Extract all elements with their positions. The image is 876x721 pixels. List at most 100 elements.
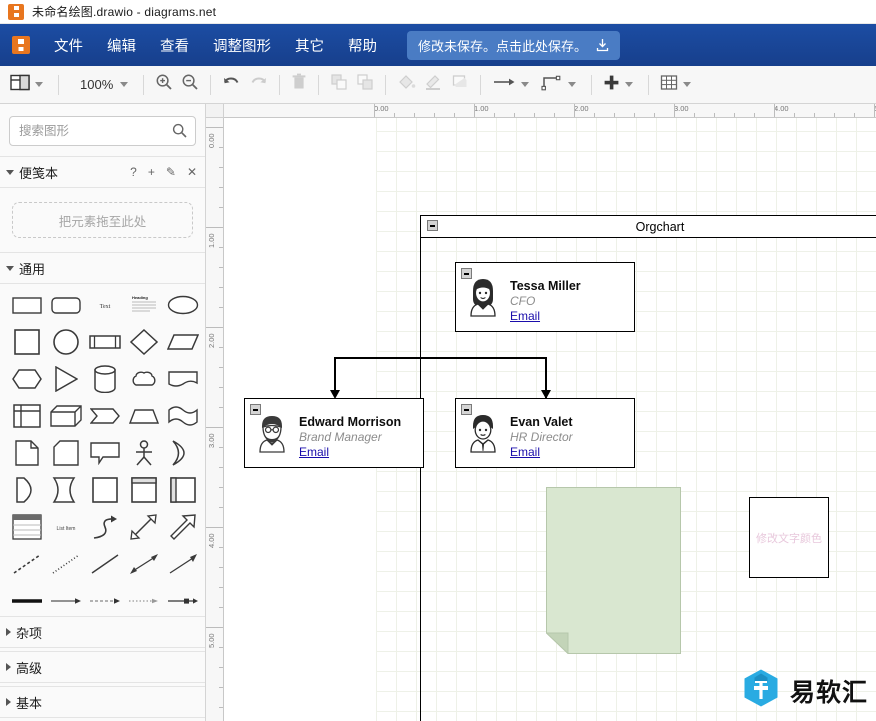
close-icon[interactable]: ✕ bbox=[187, 166, 197, 178]
shape-internal-storage[interactable] bbox=[8, 401, 45, 431]
search-input[interactable] bbox=[10, 117, 195, 145]
shape-list-item[interactable]: List Item bbox=[47, 512, 84, 542]
shape-dashed-arrow[interactable] bbox=[86, 586, 123, 616]
shape-and[interactable] bbox=[8, 475, 45, 505]
shape-process[interactable] bbox=[86, 327, 123, 357]
zoom-select-button[interactable]: 100% bbox=[66, 72, 136, 98]
shape-textbox[interactable]: Heading bbox=[125, 290, 162, 320]
to-front-button[interactable] bbox=[326, 72, 352, 98]
drawing-canvas[interactable]: Orgchart Tessa Miller CFO Email Edward M… bbox=[224, 118, 876, 721]
collapse-minus-icon[interactable] bbox=[427, 220, 438, 231]
person-role: Brand Manager bbox=[299, 430, 382, 444]
menu-file[interactable]: 文件 bbox=[42, 29, 95, 62]
search-box[interactable] bbox=[9, 116, 196, 146]
fill-color-button[interactable] bbox=[393, 72, 420, 98]
shape-circle[interactable] bbox=[47, 327, 84, 357]
person-email-link[interactable]: Email bbox=[510, 445, 573, 460]
ruler-v-label: 4.00 bbox=[207, 533, 216, 548]
menu-extras[interactable]: 其它 bbox=[283, 29, 336, 62]
shape-link-node[interactable] bbox=[164, 586, 201, 616]
menu-arrange[interactable]: 调整图形 bbox=[201, 29, 283, 62]
zoom-out-button[interactable] bbox=[177, 72, 203, 98]
toolbar-divider bbox=[648, 74, 650, 95]
shape-horizontal-container[interactable] bbox=[164, 475, 201, 505]
shape-cylinder[interactable] bbox=[86, 364, 123, 394]
shape-dashed-line[interactable] bbox=[8, 549, 45, 579]
to-back-button[interactable] bbox=[352, 72, 378, 98]
shape-line[interactable] bbox=[86, 549, 123, 579]
connector-horizontal-branch[interactable] bbox=[334, 357, 546, 359]
menu-view[interactable]: 查看 bbox=[148, 29, 201, 62]
person-box-tessa[interactable]: Tessa Miller CFO Email bbox=[455, 262, 635, 332]
shape-tape[interactable] bbox=[164, 401, 201, 431]
svg-text:Text: Text bbox=[99, 304, 110, 310]
shape-note[interactable] bbox=[8, 438, 45, 468]
shape-actor[interactable] bbox=[125, 438, 162, 468]
menu-help[interactable]: 帮助 bbox=[336, 29, 389, 62]
plus-icon[interactable]: + bbox=[148, 166, 155, 178]
shape-document[interactable] bbox=[164, 364, 201, 394]
person-box-evan[interactable]: Evan Valet HR Director Email bbox=[455, 398, 635, 468]
shape-cloud[interactable] bbox=[125, 364, 162, 394]
person-email-link[interactable]: Email bbox=[510, 309, 581, 324]
shape-rounded-rectangle[interactable] bbox=[47, 290, 84, 320]
insert-button[interactable] bbox=[599, 72, 641, 98]
advanced-label: 高级 bbox=[16, 660, 43, 676]
shape-callout[interactable] bbox=[86, 438, 123, 468]
shape-rectangle[interactable] bbox=[8, 290, 45, 320]
shape-data-storage[interactable] bbox=[47, 475, 84, 505]
zoom-in-button[interactable] bbox=[151, 72, 177, 98]
shape-cube[interactable] bbox=[47, 401, 84, 431]
shape-step[interactable] bbox=[86, 401, 123, 431]
waypoints-button[interactable] bbox=[488, 72, 537, 98]
shape-or[interactable] bbox=[164, 438, 201, 468]
search-icon[interactable] bbox=[172, 123, 187, 143]
shape-triangle[interactable] bbox=[47, 364, 84, 394]
shape-dotted-arrow[interactable] bbox=[125, 586, 162, 616]
person-box-edward[interactable]: Edward Morrison Brand Manager Email bbox=[244, 398, 424, 468]
avatar-man-icon bbox=[465, 413, 501, 458]
shape-link[interactable] bbox=[47, 586, 84, 616]
undo-button[interactable] bbox=[218, 72, 245, 98]
shape-parallelogram[interactable] bbox=[164, 327, 201, 357]
sidebar-section-misc[interactable]: 杂项 bbox=[0, 616, 205, 648]
shape-bidirectional-line[interactable] bbox=[125, 549, 162, 579]
edit-pencil-icon[interactable]: ✎ bbox=[166, 166, 176, 178]
ruler-v-label: 5.00 bbox=[207, 633, 216, 648]
table-button[interactable] bbox=[656, 72, 699, 98]
sidebar-section-scratchpad[interactable]: 便笺本 ? + ✎ ✕ bbox=[0, 156, 205, 188]
shape-text[interactable]: Text bbox=[86, 290, 123, 320]
text-color-box[interactable]: 修改文字颜色 bbox=[749, 497, 829, 578]
sidebar-section-advanced[interactable]: 高级 bbox=[0, 651, 205, 683]
scratchpad-dropzone[interactable]: 把元素拖至此处 bbox=[12, 202, 193, 238]
menu-edit[interactable]: 编辑 bbox=[95, 29, 148, 62]
shape-bidirectional-arrow[interactable] bbox=[125, 512, 162, 542]
shape-square[interactable] bbox=[8, 327, 45, 357]
shape-dotted-line[interactable] bbox=[47, 549, 84, 579]
shape-thick-line[interactable] bbox=[8, 586, 45, 616]
sidebar-section-basic[interactable]: 基本 bbox=[0, 686, 205, 718]
shape-list[interactable] bbox=[8, 512, 45, 542]
redo-button[interactable] bbox=[245, 72, 272, 98]
shape-trapezoid[interactable] bbox=[125, 401, 162, 431]
person-email-link[interactable]: Email bbox=[299, 445, 401, 460]
line-color-button[interactable] bbox=[420, 72, 447, 98]
sticky-note-shape[interactable] bbox=[545, 487, 681, 655]
shape-hexagon[interactable] bbox=[8, 364, 45, 394]
sidebar-section-general[interactable]: 通用 bbox=[0, 252, 205, 284]
delete-button[interactable] bbox=[287, 72, 311, 98]
shape-curve[interactable] bbox=[86, 512, 123, 542]
chevron-down-icon bbox=[683, 82, 692, 87]
shape-vertical-container[interactable] bbox=[125, 475, 162, 505]
shape-container[interactable] bbox=[86, 475, 123, 505]
connection-button[interactable] bbox=[537, 72, 584, 98]
view-layout-button[interactable] bbox=[6, 72, 51, 98]
shape-block-arrow[interactable] bbox=[164, 512, 201, 542]
help-icon[interactable]: ? bbox=[130, 166, 137, 178]
shape-diamond[interactable] bbox=[125, 327, 162, 357]
save-changes-button[interactable]: 修改未保存。点击此处保存。 bbox=[407, 30, 621, 60]
shape-ellipse[interactable] bbox=[164, 290, 201, 320]
shape-arrow-line[interactable] bbox=[164, 549, 201, 579]
shadow-button[interactable] bbox=[447, 72, 473, 98]
shape-card[interactable] bbox=[47, 438, 84, 468]
